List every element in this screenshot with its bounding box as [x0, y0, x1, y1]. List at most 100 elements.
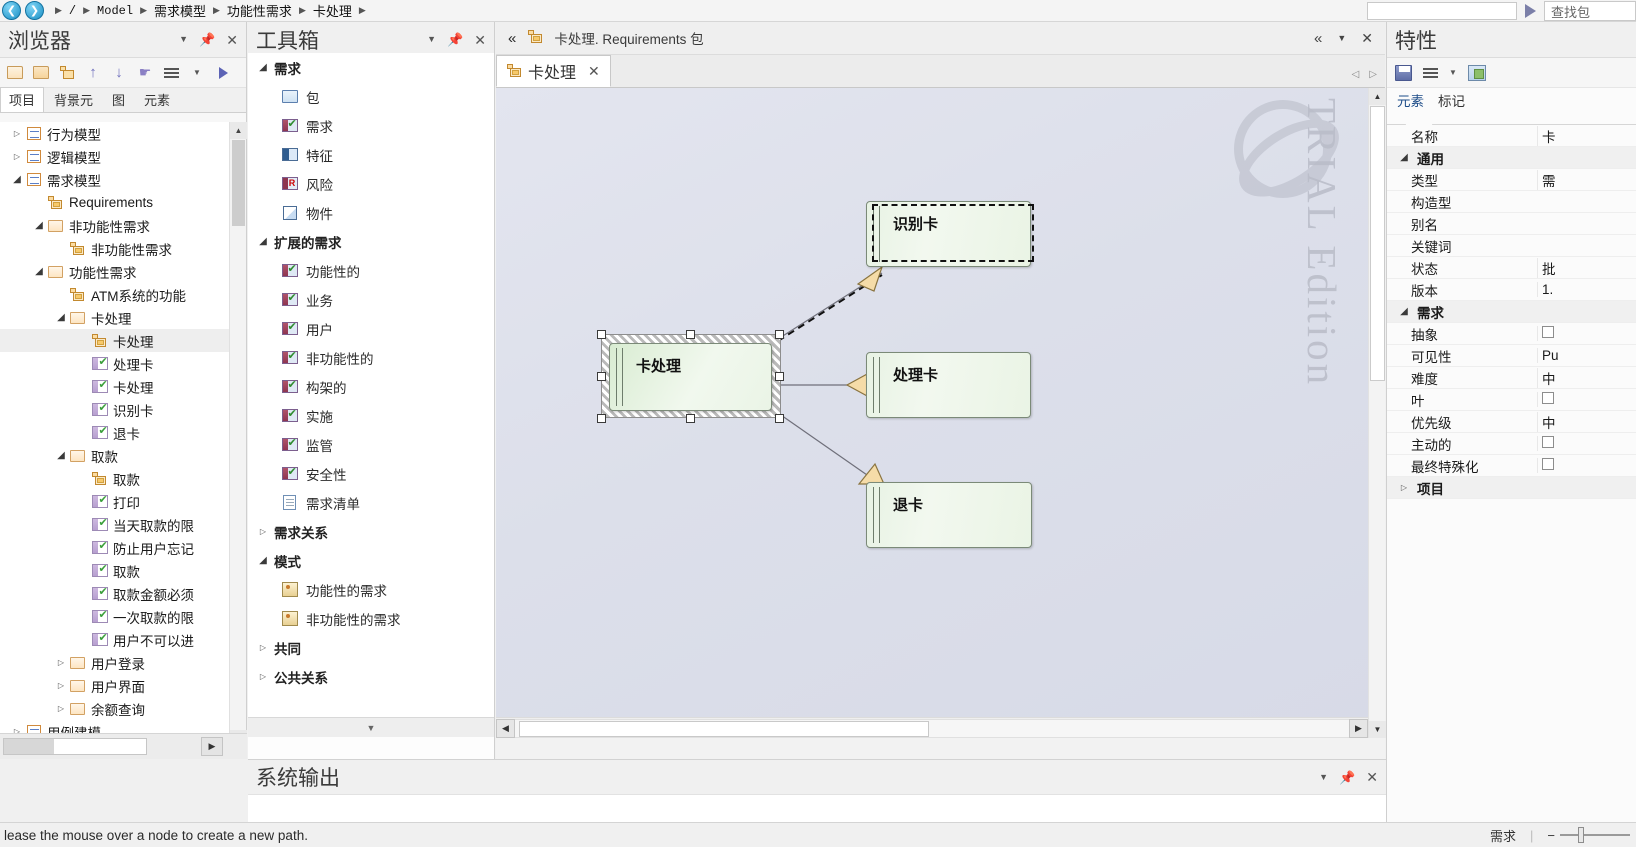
zoom-slider[interactable]: −: [1547, 827, 1630, 843]
tree-item[interactable]: 卡处理: [0, 329, 230, 352]
toolbox-item[interactable]: 安全性: [248, 459, 494, 488]
tree-expander-open-icon[interactable]: [32, 266, 46, 277]
properties-row[interactable]: 状态 批: [1387, 257, 1636, 279]
group-expander-open-icon[interactable]: [256, 62, 270, 73]
tree-item[interactable]: 卡处理: [0, 375, 230, 398]
zoom-out-icon[interactable]: −: [1547, 828, 1555, 843]
close-icon[interactable]: ✕: [588, 63, 600, 80]
properties-checkbox[interactable]: [1542, 458, 1554, 470]
scroll-up-icon[interactable]: ▲: [1369, 88, 1386, 105]
toolbox-group-header[interactable]: 扩展的需求: [248, 227, 494, 256]
group-expander-open-icon[interactable]: [256, 236, 270, 247]
play-icon[interactable]: [1525, 4, 1536, 18]
toolbox-item[interactable]: 特征: [248, 140, 494, 169]
tree-item[interactable]: 非功能性需求: [0, 237, 230, 260]
move-up-icon[interactable]: ↑: [82, 62, 104, 84]
new-folder-icon[interactable]: [4, 62, 26, 84]
scroll-down-icon[interactable]: ▼: [1369, 721, 1386, 738]
toolbox-list[interactable]: 需求包需求特征R风险物件扩展的需求功能性的业务用户非功能性的构架的实施监管安全性…: [248, 53, 494, 729]
group-expander-closed-icon[interactable]: [256, 643, 270, 652]
scroll-thumb[interactable]: [232, 140, 245, 226]
hscroll-track[interactable]: [3, 738, 147, 755]
toolbox-item[interactable]: 物件: [248, 198, 494, 227]
browser-tab-3[interactable]: 元素: [135, 87, 179, 112]
properties-row[interactable]: 构造型: [1387, 191, 1636, 213]
tree-item[interactable]: 逻辑模型: [0, 145, 230, 168]
tree-item[interactable]: 余额查询: [0, 697, 230, 720]
scroll-right-icon[interactable]: ▶: [1349, 718, 1368, 738]
tree-item[interactable]: 功能性需求: [0, 260, 230, 283]
forward-arrow-icon[interactable]: ❯: [25, 1, 44, 20]
toolbox-item[interactable]: 实施: [248, 401, 494, 430]
properties-row[interactable]: 关键词: [1387, 235, 1636, 257]
tree-item[interactable]: Requirements: [0, 191, 230, 214]
properties-row[interactable]: 别名: [1387, 213, 1636, 235]
tree-item[interactable]: 用户界面: [0, 674, 230, 697]
resize-handle-nw[interactable]: [597, 330, 606, 339]
tree-expander-closed-icon[interactable]: [10, 152, 24, 161]
group-expander-closed-icon[interactable]: [256, 527, 270, 536]
properties-checkbox[interactable]: [1542, 436, 1554, 448]
tree-item[interactable]: 处理卡: [0, 352, 230, 375]
menu-icon[interactable]: [1423, 67, 1438, 78]
diagram-node-tuika[interactable]: 退卡: [866, 482, 1032, 548]
properties-row[interactable]: 难度 中: [1387, 367, 1636, 389]
hscroll-thumb[interactable]: [519, 720, 929, 737]
properties-row[interactable]: 主动的: [1387, 433, 1636, 455]
properties-group-expander-open-icon[interactable]: [1397, 152, 1411, 163]
close-icon[interactable]: ✕: [1366, 770, 1378, 784]
caret-down-icon[interactable]: ▼: [1337, 33, 1346, 43]
properties-row[interactable]: 版本 1.: [1387, 279, 1636, 301]
tree-item[interactable]: 退卡: [0, 421, 230, 444]
pin-icon[interactable]: 📌: [1339, 771, 1355, 784]
tree-item[interactable]: 取款: [0, 467, 230, 490]
breadcrumb-item-4[interactable]: 卡处理: [307, 1, 358, 20]
browser-tree-scrollbar[interactable]: ▲ ▼: [229, 122, 247, 747]
close-icon[interactable]: ✕: [474, 33, 486, 47]
diagram-canvas[interactable]: TRIAL Edition 识别卡 处理卡 退卡 卡处理 ◀ ▶: [496, 88, 1368, 738]
top-search-field[interactable]: [1367, 2, 1517, 20]
properties-tab-0[interactable]: 元素: [1397, 90, 1424, 113]
toolbox-item[interactable]: 需求: [248, 111, 494, 140]
tree-item[interactable]: 用户不可以进: [0, 628, 230, 651]
find-package-input[interactable]: 查找包: [1544, 1, 1636, 21]
properties-row[interactable]: 叶: [1387, 389, 1636, 411]
properties-row[interactable]: 最终特殊化: [1387, 455, 1636, 477]
menu-icon[interactable]: [160, 62, 182, 84]
toolbox-item[interactable]: 功能性的需求: [248, 575, 494, 604]
browser-tree[interactable]: 行为模型逻辑模型需求模型Requirements非功能性需求非功能性需求功能性需…: [0, 122, 230, 747]
toolbox-item[interactable]: 构架的: [248, 372, 494, 401]
browser-tab-1[interactable]: 背景元: [45, 87, 102, 112]
hscroll-track[interactable]: [515, 718, 1349, 738]
breadcrumb-item-3[interactable]: 功能性需求: [221, 1, 298, 20]
properties-tab-1[interactable]: 标记: [1438, 90, 1465, 113]
toolbox-group-header[interactable]: 共同: [248, 633, 494, 662]
resize-handle-w[interactable]: [597, 372, 606, 381]
breadcrumb-item-1[interactable]: Model: [91, 4, 139, 18]
toolbox-group-header[interactable]: 需求: [248, 53, 494, 82]
tree-item[interactable]: 识别卡: [0, 398, 230, 421]
diagram-node-kachuli[interactable]: 卡处理: [609, 343, 772, 411]
browser-hscrollbar[interactable]: ▶: [0, 733, 247, 759]
toolbox-item[interactable]: 用户: [248, 314, 494, 343]
open-folder-icon[interactable]: [30, 62, 52, 84]
properties-row[interactable]: 可见性 Pu: [1387, 345, 1636, 367]
resize-handle-s[interactable]: [686, 414, 695, 423]
caret-down-icon[interactable]: ▼: [179, 35, 188, 44]
tree-expander-closed-icon[interactable]: [54, 704, 68, 713]
resize-handle-ne[interactable]: [775, 330, 784, 339]
resize-handle-se[interactable]: [775, 414, 784, 423]
close-icon[interactable]: ✕: [1361, 31, 1373, 45]
tree-item[interactable]: 防止用户忘记: [0, 536, 230, 559]
pin-icon[interactable]: 📌: [447, 33, 463, 46]
toolbox-item[interactable]: 业务: [248, 285, 494, 314]
resize-handle-e[interactable]: [775, 372, 784, 381]
toolbox-group-header[interactable]: 需求关系: [248, 517, 494, 546]
double-chevron-left-icon[interactable]: «: [1314, 31, 1322, 46]
save-icon[interactable]: [1395, 64, 1412, 81]
resize-handle-n[interactable]: [686, 330, 695, 339]
toolbox-item[interactable]: 需求清单: [248, 488, 494, 517]
properties-group-expander-closed-icon[interactable]: [1397, 483, 1411, 492]
toolbox-item[interactable]: 非功能性的需求: [248, 604, 494, 633]
diagram-node-shibieka[interactable]: 识别卡: [866, 201, 1031, 267]
